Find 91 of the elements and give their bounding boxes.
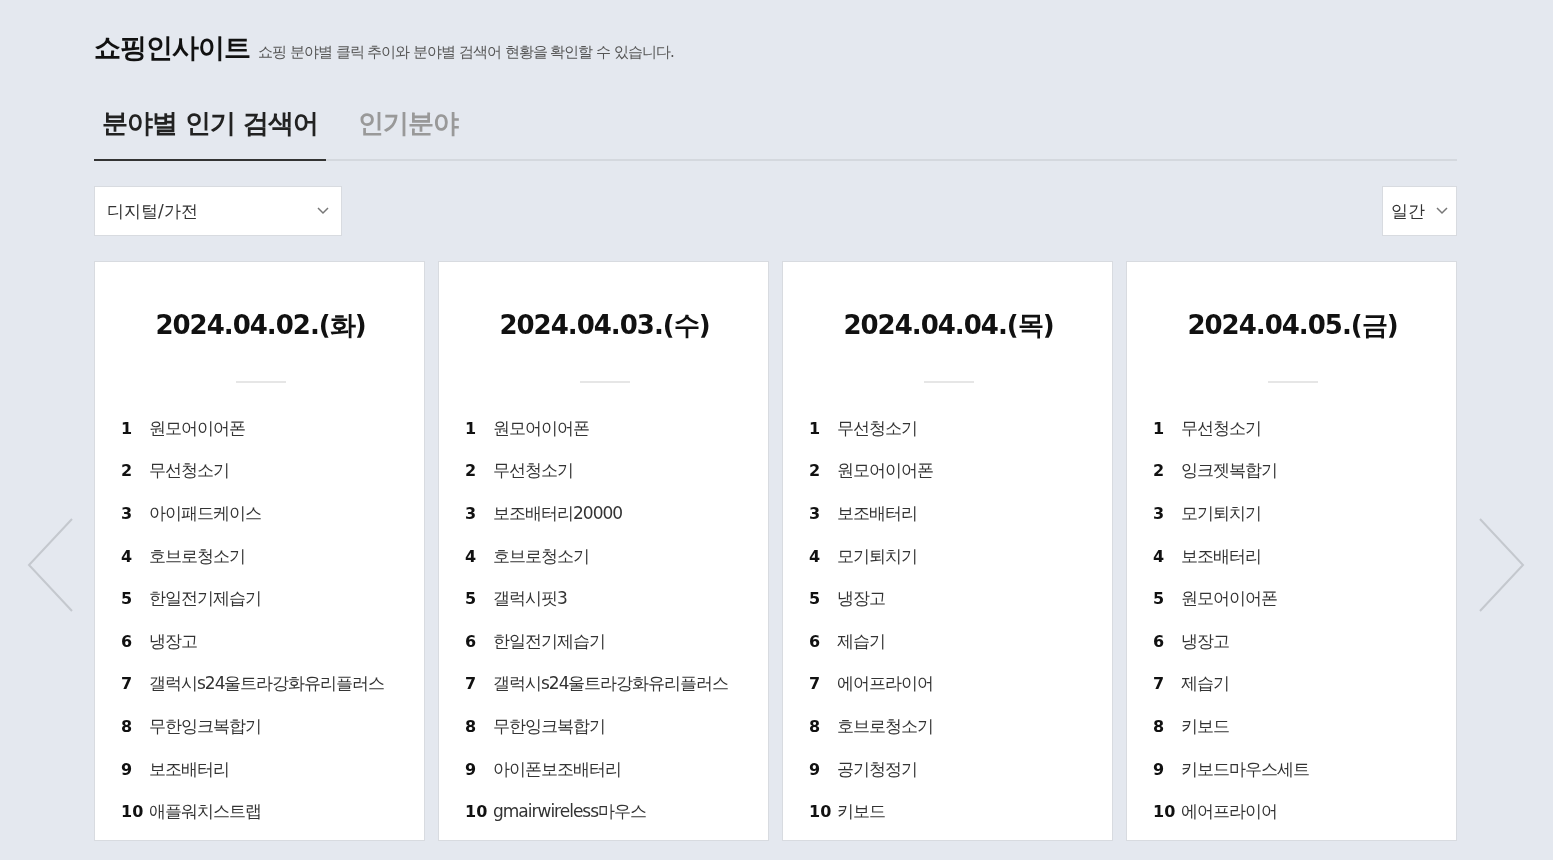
keyword-link[interactable]: 한일전기제습기 — [493, 629, 605, 653]
chevron-down-icon — [1436, 207, 1448, 215]
rank-number: 1 — [809, 418, 822, 438]
rank-number: 5 — [809, 589, 822, 609]
keyword-link[interactable]: 아이패드케이스 — [149, 502, 261, 525]
keyword-link[interactable]: 원모어이어폰 — [149, 416, 245, 440]
keyword-link[interactable]: gmairwireless마우스 — [493, 800, 647, 824]
rank-number: 7 — [809, 674, 822, 694]
keyword-link[interactable]: 무한잉크복합기 — [149, 714, 261, 738]
keyword-link[interactable]: 원모어이어폰 — [1181, 587, 1277, 611]
keyword-link[interactable]: 모기퇴치기 — [1181, 502, 1261, 525]
keyword-link[interactable]: 원모어이어폰 — [837, 459, 933, 483]
page-subtitle: 쇼핑 분야별 클릭 추이와 분야별 검색어 현황을 확인할 수 있습니다. — [258, 43, 674, 62]
rank-number: 9 — [809, 759, 822, 779]
keyword-link[interactable]: 에어프라이어 — [1181, 800, 1277, 824]
rank-number: 8 — [465, 716, 478, 736]
rank-number: 7 — [465, 674, 478, 694]
keyword-link[interactable]: 냉장고 — [1181, 629, 1229, 653]
rank-number: 9 — [1153, 759, 1166, 779]
keyword-link[interactable]: 무선청소기 — [493, 459, 573, 483]
rank-number: 7 — [121, 674, 134, 694]
keyword-link[interactable]: 갤럭시s24울트라강화유리플러스 — [149, 672, 385, 696]
keyword-link[interactable]: 무한잉크복합기 — [493, 714, 605, 738]
rank-number: 2 — [121, 461, 134, 481]
keyword-link[interactable]: 보조배터리 — [837, 502, 917, 525]
keyword-link[interactable]: 보조배터리 — [149, 757, 229, 781]
keyword-link[interactable]: 갤럭시핏3 — [493, 587, 567, 611]
card-date: 2024.04.05.(금) — [1186, 309, 1399, 342]
rank-number: 2 — [1153, 461, 1166, 481]
keyword-link[interactable]: 공기청정기 — [837, 757, 917, 781]
rank-number: 3 — [121, 504, 134, 523]
rank-number: 1 — [1153, 418, 1166, 438]
card-date: 2024.04.02.(화) — [154, 309, 367, 342]
rank-number: 8 — [1153, 716, 1166, 736]
rank-number: 3 — [809, 504, 822, 523]
rank-number: 10 — [809, 802, 833, 822]
keyword-link[interactable]: 원모어이어폰 — [493, 416, 589, 440]
keyword-link[interactable]: 냉장고 — [837, 587, 885, 611]
rank-number: 2 — [465, 461, 478, 481]
rank-number: 1 — [121, 418, 134, 438]
rank-number: 10 — [465, 802, 489, 822]
rank-number: 8 — [121, 716, 134, 736]
keyword-link[interactable]: 애플워치스트랩 — [149, 800, 261, 824]
keyword-link[interactable]: 제습기 — [1181, 672, 1229, 696]
keyword-link[interactable]: 냉장고 — [149, 629, 197, 653]
keyword-link[interactable]: 보조배터리20000 — [493, 502, 623, 525]
period-dropdown[interactable]: 일간 — [1382, 186, 1457, 236]
rank-number: 5 — [1153, 589, 1166, 609]
keyword-link[interactable]: 보조배터리 — [1181, 544, 1261, 568]
keyword-link[interactable]: 호브로청소기 — [837, 714, 933, 738]
rank-number: 6 — [809, 631, 822, 651]
rank-number: 4 — [1153, 546, 1166, 566]
rank-number: 6 — [1153, 631, 1166, 651]
keyword-link[interactable]: 무선청소기 — [149, 459, 229, 483]
category-dropdown[interactable]: 디지털/가전 — [94, 186, 342, 236]
keyword-link[interactable]: 무선청소기 — [837, 416, 917, 440]
card-date: 2024.04.04.(목) — [842, 309, 1055, 342]
rank-number: 7 — [1153, 674, 1166, 694]
page-title: 쇼핑인사이트 — [94, 31, 250, 65]
keyword-link[interactable]: 호브로청소기 — [493, 544, 589, 568]
keyword-link[interactable]: 갤럭시s24울트라강화유리플러스 — [493, 672, 729, 696]
keyword-link[interactable]: 에어프라이어 — [837, 672, 933, 696]
rank-number: 4 — [809, 546, 822, 566]
rank-number: 4 — [465, 546, 478, 566]
rank-number: 5 — [121, 589, 134, 609]
rank-number: 10 — [1153, 802, 1177, 822]
rank-number: 9 — [121, 759, 134, 779]
rank-number: 6 — [465, 631, 478, 651]
rank-number: 3 — [1153, 504, 1166, 523]
rank-number: 8 — [809, 716, 822, 736]
rank-number: 3 — [465, 504, 478, 523]
chevron-down-icon — [317, 207, 329, 215]
rank-number: 10 — [121, 802, 145, 822]
keyword-link[interactable]: 무선청소기 — [1181, 416, 1261, 440]
keyword-link[interactable]: 제습기 — [837, 629, 885, 653]
rank-number: 2 — [809, 461, 822, 481]
keyword-link[interactable]: 아이폰보조배터리 — [493, 757, 621, 781]
rank-number: 5 — [465, 589, 478, 609]
keyword-link[interactable]: 잉크젯복합기 — [1181, 459, 1277, 483]
rank-number: 4 — [121, 546, 134, 566]
keyword-link[interactable]: 호브로청소기 — [149, 544, 245, 568]
rank-number: 6 — [121, 631, 134, 651]
keyword-link[interactable]: 키보드 — [837, 800, 885, 824]
rank-number: 9 — [465, 759, 478, 779]
keyword-link[interactable]: 한일전기제습기 — [149, 587, 261, 611]
card-date: 2024.04.03.(수) — [498, 309, 711, 342]
tab[interactable]: 분야별 인기 검색어 — [94, 106, 327, 161]
keyword-link[interactable]: 키보드 — [1181, 714, 1229, 738]
keyword-link[interactable]: 모기퇴치기 — [837, 544, 917, 568]
rank-number: 1 — [465, 418, 478, 438]
keyword-link[interactable]: 키보드마우스세트 — [1181, 757, 1309, 781]
